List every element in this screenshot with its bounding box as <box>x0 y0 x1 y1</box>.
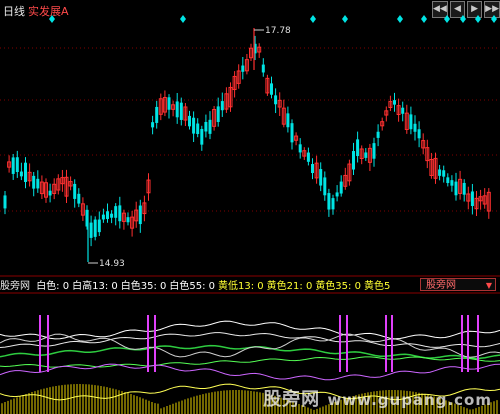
candle-body <box>298 144 302 153</box>
candle-body <box>77 193 81 204</box>
candle-body <box>454 181 458 196</box>
candle-body <box>311 164 314 174</box>
candle-body <box>438 169 442 176</box>
candle-body <box>151 122 155 128</box>
candle-body <box>3 195 7 209</box>
signal-diamond <box>475 15 481 23</box>
candle-body <box>110 213 114 218</box>
candle-body <box>327 193 331 210</box>
candle-body <box>15 157 19 172</box>
candle-body <box>270 83 273 95</box>
candle-body <box>36 178 40 189</box>
indicator-value-0: 白色: 0 <box>36 281 70 291</box>
candle-body <box>48 190 52 196</box>
candle-body <box>372 143 376 159</box>
candle-body <box>200 128 204 145</box>
candle-body <box>356 139 360 157</box>
candle-body <box>393 100 396 105</box>
candle-body <box>126 217 130 223</box>
candle-body <box>442 170 446 177</box>
indicator-name: 股旁网 <box>0 281 30 291</box>
candle-body <box>335 192 339 197</box>
candle-body <box>220 101 224 111</box>
signal-diamond <box>444 15 450 23</box>
signal-diamond <box>421 15 427 23</box>
candle-body <box>89 222 93 238</box>
signal-diamond <box>310 15 316 23</box>
candle-body <box>196 123 200 135</box>
candle-body <box>114 206 118 218</box>
candle-body <box>450 180 454 186</box>
candle-body <box>274 95 278 105</box>
candle-body <box>106 211 109 219</box>
candle-body <box>155 106 159 123</box>
indicator-selector[interactable]: 股旁网 ▼ <box>420 278 496 291</box>
candle-body <box>32 175 36 189</box>
candle-body <box>101 214 105 220</box>
signal-diamond <box>180 15 186 23</box>
candle-body <box>73 183 77 199</box>
candle-body <box>179 102 183 120</box>
candle-body <box>208 119 212 134</box>
candle-body <box>204 121 208 132</box>
candle-body <box>188 115 191 127</box>
signal-diamond <box>460 15 466 23</box>
candle-body <box>352 151 355 170</box>
signal-diamond <box>49 15 55 23</box>
indicator-value-7: 黄色5 <box>363 281 391 291</box>
signal-diamond <box>491 15 497 23</box>
low-price-label: 14.93 <box>99 259 125 269</box>
candle-body <box>319 169 323 186</box>
indicator-line-white <box>0 320 500 340</box>
candle-body <box>413 123 417 132</box>
candle-body <box>470 191 474 207</box>
high-annotation: 17.78 <box>254 26 291 36</box>
candle-body <box>401 107 405 114</box>
candle-body <box>376 131 380 138</box>
candle-body <box>167 97 171 110</box>
indicator-value-4: 黄低13: 0 <box>218 281 264 291</box>
indicator-value-6: 黄色35: 0 <box>315 281 361 291</box>
candle-body <box>446 177 450 184</box>
candle-body <box>11 157 15 174</box>
candle-body <box>241 65 245 72</box>
candle-body <box>290 123 294 143</box>
low-annotation: 14.93 <box>88 259 125 269</box>
candle-body <box>409 114 413 130</box>
candle-body <box>93 219 97 237</box>
candle-body <box>306 152 310 162</box>
watermark-cn: 股旁网 <box>263 389 321 410</box>
candle-body <box>417 129 421 139</box>
candle-body <box>192 117 196 134</box>
candle-body <box>175 101 179 118</box>
candle-body <box>118 205 122 222</box>
signal-diamonds <box>49 15 497 23</box>
candle-body <box>97 219 101 233</box>
candle-body <box>331 198 335 210</box>
candle-body <box>339 181 343 194</box>
watermark: 股旁网 www.gupang.com <box>263 385 492 411</box>
candle-body <box>286 113 290 128</box>
indicator-line-purple <box>0 363 500 381</box>
indicator-value-1: 白高13: 0 <box>72 281 118 291</box>
candlestick-series <box>3 28 491 262</box>
watermark-url: www.gupang.com <box>327 391 492 409</box>
signal-diamond <box>397 15 403 23</box>
indicator-value-2: 白色35: 0 <box>120 281 167 291</box>
signal-diamond <box>342 15 348 23</box>
chart-canvas[interactable]: 17.78 14.93 <box>0 0 500 414</box>
dropdown-arrow-icon: ▼ <box>485 281 492 290</box>
candle-body <box>138 205 142 225</box>
indicator-value-5: 黄色21: 0 <box>266 281 313 291</box>
candle-body <box>364 152 368 158</box>
candle-body <box>19 171 23 177</box>
indicator-value-3: 白色55: 0 <box>169 281 216 291</box>
high-price-label: 17.78 <box>265 26 291 36</box>
candle-body <box>216 106 220 122</box>
candle-body <box>261 64 265 73</box>
indicator-selector-label: 股旁网 <box>426 280 456 291</box>
candle-body <box>462 182 466 195</box>
candle-body <box>323 177 327 196</box>
candle-body <box>24 162 27 182</box>
